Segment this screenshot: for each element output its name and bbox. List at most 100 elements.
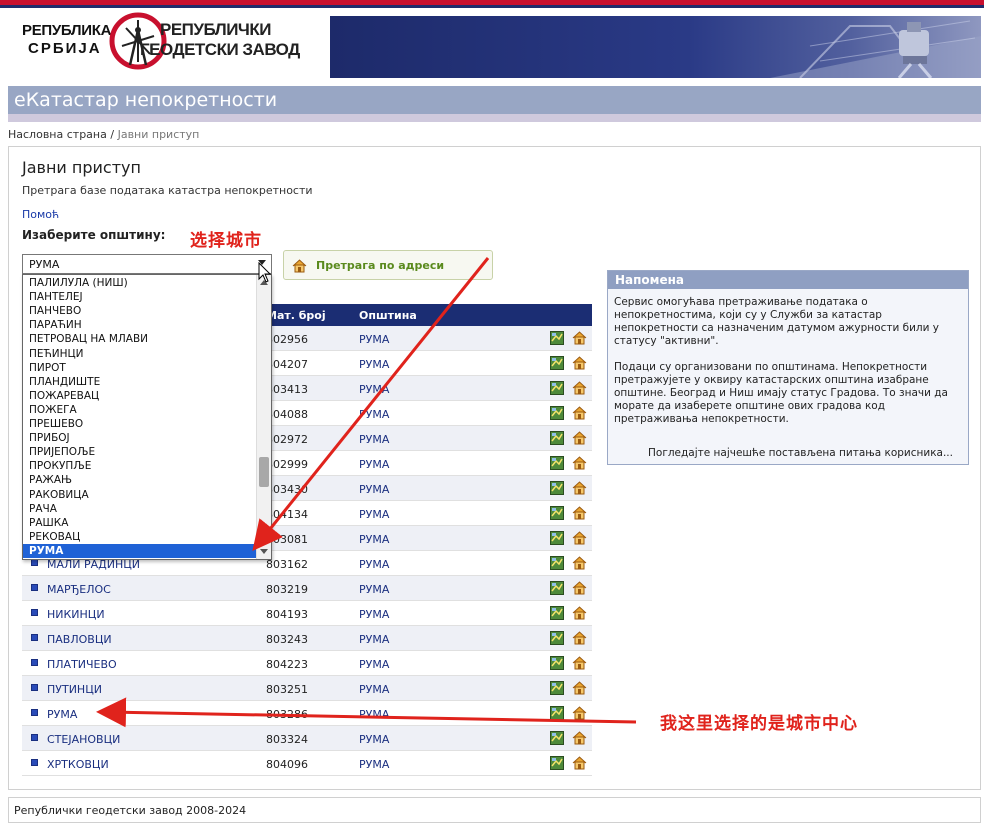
house-icon[interactable] xyxy=(572,555,587,570)
page-subtitle: Претрага базе података катастра непокрет… xyxy=(22,184,313,197)
registry-number: 802972 xyxy=(266,433,308,446)
dropdown-option[interactable]: ПЕТРОВАЦ НА МЛАВИ xyxy=(23,332,256,346)
dropdown-option[interactable]: ПОЖЕГА xyxy=(23,403,256,417)
dropdown-scrollbar[interactable] xyxy=(256,275,271,559)
col-header-code: Мат. број xyxy=(266,309,326,322)
map-icon[interactable] xyxy=(550,456,564,470)
house-icon[interactable] xyxy=(572,705,587,720)
app-title-bar: еКатастар непокретности xyxy=(8,86,981,114)
dropdown-option[interactable]: ПОЖАРЕВАЦ xyxy=(23,389,256,403)
table-row[interactable]: РУМА 803286 РУМА xyxy=(22,701,592,726)
dropdown-option[interactable]: РАШКА xyxy=(23,516,256,530)
map-icon[interactable] xyxy=(550,356,564,370)
address-search-button[interactable]: Претрага по адреси xyxy=(283,250,493,280)
municipality-name: РУМА xyxy=(359,558,390,571)
house-icon[interactable] xyxy=(572,580,587,595)
cadastral-municipality-name[interactable]: СТЕЈАНОВЦИ xyxy=(47,733,120,746)
registry-number: 803324 xyxy=(266,733,308,746)
map-icon[interactable] xyxy=(550,506,564,520)
cadastral-municipality-name[interactable]: НИКИНЦИ xyxy=(47,608,105,621)
map-icon[interactable] xyxy=(550,606,564,620)
cadastral-municipality-name[interactable]: ПЛАТИЧЕВО xyxy=(47,658,117,671)
cadastral-municipality-name[interactable]: ПУТИНЦИ xyxy=(47,683,102,696)
house-icon[interactable] xyxy=(572,755,587,770)
table-row[interactable]: ХРТКОВЦИ 804096 РУМА xyxy=(22,751,592,776)
map-icon[interactable] xyxy=(550,656,564,670)
house-icon[interactable] xyxy=(572,730,587,745)
registry-number: 803219 xyxy=(266,583,308,596)
dropdown-option[interactable]: ПРИЈЕПОЉЕ xyxy=(23,445,256,459)
house-icon[interactable] xyxy=(572,655,587,670)
house-icon[interactable] xyxy=(572,605,587,620)
map-icon[interactable] xyxy=(550,631,564,645)
map-icon[interactable] xyxy=(550,556,564,570)
dropdown-option[interactable]: ПАЛИЛУЛА (НИШ) xyxy=(23,276,256,290)
dropdown-option[interactable]: РЕКОВАЦ xyxy=(23,530,256,544)
municipality-dropdown-list[interactable]: ПАЛИЛУЛА (НИШ) ПАНТЕЛЕЈ ПАНЧЕВО ПАРАЋИН ПЕТР… xyxy=(22,274,272,560)
dropdown-option[interactable]: РАКОВИЦА xyxy=(23,488,256,502)
table-row[interactable]: ПАВЛОВЦИ 803243 РУМА xyxy=(22,626,592,651)
dropdown-option[interactable]: РАЧА xyxy=(23,502,256,516)
map-icon[interactable] xyxy=(550,681,564,695)
dropdown-option[interactable]: ПЛАНДИШТЕ xyxy=(23,375,256,389)
map-icon[interactable] xyxy=(550,581,564,595)
cadastral-municipality-name[interactable]: МАРЂЕЛОС xyxy=(47,583,111,596)
dropdown-option[interactable]: ПРОКУПЉЕ xyxy=(23,459,256,473)
registry-number: 804223 xyxy=(266,658,308,671)
table-row[interactable]: ПУТИНЦИ 803251 РУМА xyxy=(22,676,592,701)
table-row[interactable]: МАРЂЕЛОС 803219 РУМА xyxy=(22,576,592,601)
map-icon[interactable] xyxy=(550,481,564,495)
bullet-icon xyxy=(31,759,38,766)
house-icon[interactable] xyxy=(572,630,587,645)
table-row[interactable]: ПЛАТИЧЕВО 804223 РУМА xyxy=(22,651,592,676)
breadcrumb-home-link[interactable]: Насловна страна xyxy=(8,128,107,141)
cadastral-municipality-name[interactable]: ПАВЛОВЦИ xyxy=(47,633,112,646)
map-icon[interactable] xyxy=(550,756,564,770)
municipality-name: РУМА xyxy=(359,683,390,696)
map-icon[interactable] xyxy=(550,531,564,545)
cadastral-municipality-name[interactable]: ХРТКОВЦИ xyxy=(47,758,109,771)
house-icon[interactable] xyxy=(572,505,587,520)
dropdown-option[interactable]: ПЕЋИНЦИ xyxy=(23,347,256,361)
map-icon[interactable] xyxy=(550,731,564,745)
municipality-select[interactable]: РУМА xyxy=(22,254,272,274)
house-icon[interactable] xyxy=(572,405,587,420)
house-icon[interactable] xyxy=(572,380,587,395)
table-row[interactable]: СТЕЈАНОВЦИ 803324 РУМА xyxy=(22,726,592,751)
house-icon[interactable] xyxy=(572,680,587,695)
municipality-name: РУМА xyxy=(359,733,390,746)
map-icon[interactable] xyxy=(550,331,564,345)
dropdown-option[interactable]: ПАРАЋИН xyxy=(23,318,256,332)
dropdown-option[interactable]: ПАНЧЕВО xyxy=(23,304,256,318)
house-icon[interactable] xyxy=(572,530,587,545)
dropdown-option[interactable]: РУМА xyxy=(23,543,256,558)
table-row[interactable]: НИКИНЦИ 804193 РУМА xyxy=(22,601,592,626)
scroll-thumb[interactable] xyxy=(259,457,269,487)
scroll-down-icon[interactable] xyxy=(260,549,268,554)
breadcrumb: Насловна страна / Јавни приступ xyxy=(8,128,199,141)
dropdown-option[interactable]: ПАНТЕЛЕЈ xyxy=(23,290,256,304)
faq-link[interactable]: Погледајте најчешће постављена питања ко… xyxy=(648,447,953,459)
dropdown-option[interactable]: ПРЕШЕВО xyxy=(23,417,256,431)
municipality-label: Изаберите општину: xyxy=(22,228,166,242)
map-icon[interactable] xyxy=(550,406,564,420)
bullet-icon xyxy=(31,684,38,691)
house-icon[interactable] xyxy=(572,355,587,370)
cadastral-municipality-name[interactable]: РУМА xyxy=(47,708,77,721)
map-icon[interactable] xyxy=(550,381,564,395)
registry-number: 804193 xyxy=(266,608,308,621)
dropdown-option[interactable]: РАЖАЊ xyxy=(23,473,256,487)
map-icon[interactable] xyxy=(550,706,564,720)
house-icon[interactable] xyxy=(572,455,587,470)
house-icon[interactable] xyxy=(572,480,587,495)
municipality-name: РУМА xyxy=(359,508,390,521)
registry-number: 802956 xyxy=(266,333,308,346)
house-icon[interactable] xyxy=(572,330,587,345)
map-icon[interactable] xyxy=(550,431,564,445)
dropdown-option[interactable]: ПИРОТ xyxy=(23,361,256,375)
house-icon[interactable] xyxy=(572,430,587,445)
bullet-icon xyxy=(31,559,38,566)
address-search-label: Претрага по адреси xyxy=(316,259,445,272)
help-link[interactable]: Помоћ xyxy=(22,208,59,221)
dropdown-option[interactable]: ПРИБОЈ xyxy=(23,431,256,445)
